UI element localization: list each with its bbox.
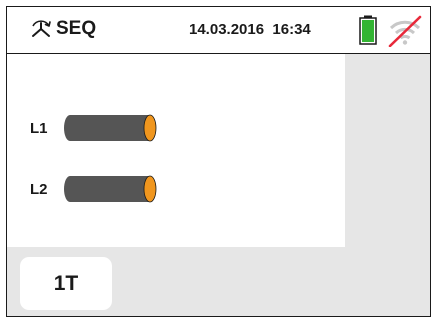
line-label-l1: L1 (30, 120, 48, 137)
battery-full-icon (359, 15, 377, 45)
measurement-area: L1 L2 (7, 54, 345, 247)
mode-label: SEQ (56, 18, 97, 39)
phase-sequence-icon (32, 20, 51, 37)
line-label-l2: L2 (30, 181, 48, 198)
tab-1t-button[interactable]: 1T (20, 257, 112, 310)
instrument-screen: SEQ 14.03.2016 16:34 L1 L2 1T (6, 6, 431, 317)
date-time: 14.03.2016 16:34 (189, 21, 311, 38)
side-panel (345, 54, 430, 247)
wifi-disabled-icon (388, 15, 422, 47)
cable-probe-icon (64, 114, 157, 142)
status-bar: SEQ 14.03.2016 16:34 (7, 7, 430, 54)
cable-probe-icon (64, 175, 157, 203)
tab-1t-label: 1T (53, 271, 79, 295)
